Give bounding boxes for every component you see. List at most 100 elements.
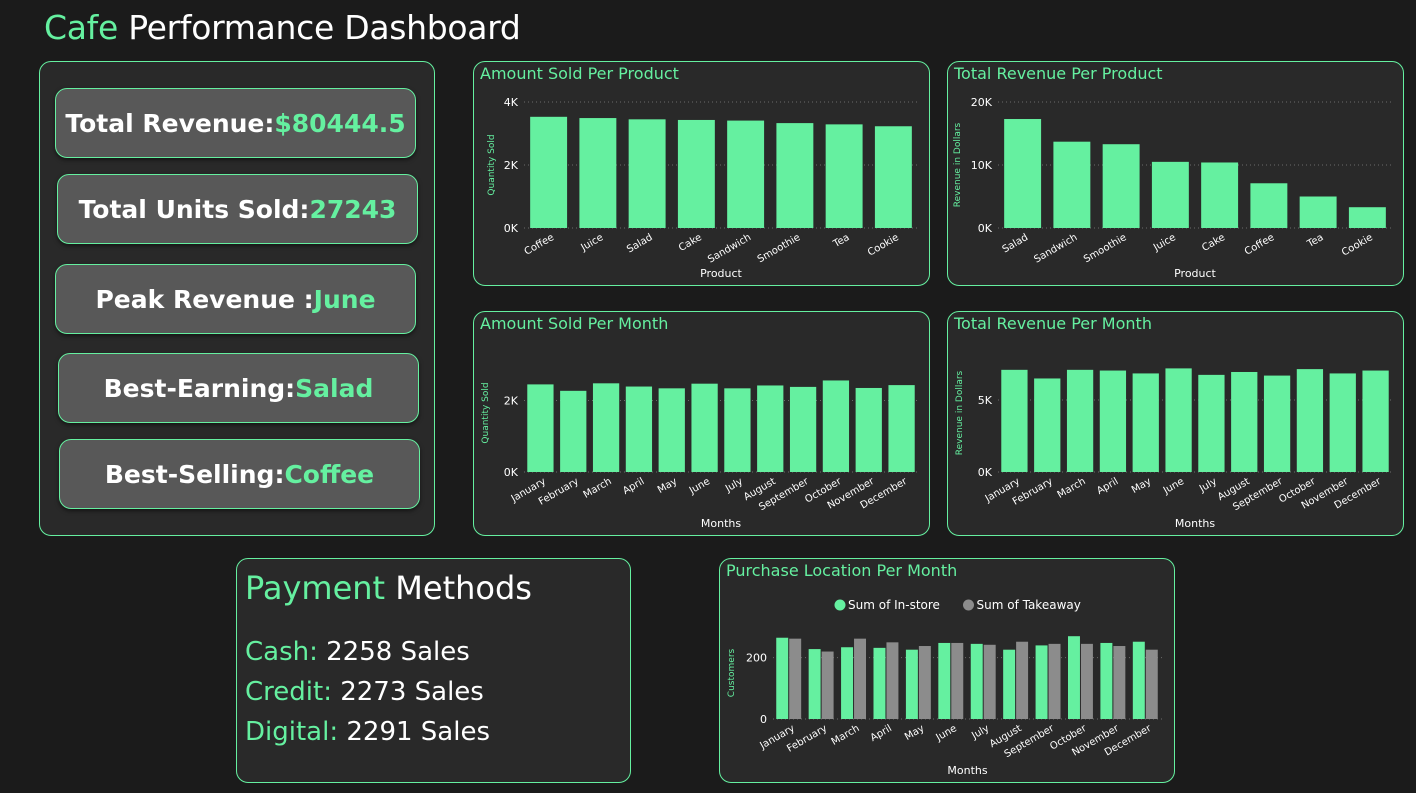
bar[interactable]	[1165, 368, 1192, 472]
bar[interactable]	[821, 651, 834, 719]
bar[interactable]	[970, 643, 983, 719]
bar[interactable]	[1198, 374, 1225, 472]
bar[interactable]	[1048, 643, 1061, 719]
bar[interactable]	[776, 123, 814, 228]
bar[interactable]	[1362, 370, 1389, 472]
y-axis-label: Revenue in Dollars	[955, 370, 965, 455]
bar[interactable]	[938, 642, 951, 719]
bar[interactable]	[1067, 636, 1080, 719]
bar[interactable]	[1001, 369, 1028, 472]
x-tick-label: June	[934, 723, 959, 744]
x-tick-label: Cookie	[866, 232, 901, 259]
bar[interactable]	[727, 120, 765, 228]
bar[interactable]	[983, 644, 996, 719]
bar[interactable]	[905, 649, 918, 719]
y-tick-label: 0K	[504, 222, 519, 235]
chart-revenue-product[interactable]: Total Revenue Per Product 0K 10K 20K Revenu…	[947, 61, 1404, 286]
bar[interactable]	[951, 642, 964, 719]
x-tick-label: Juice	[1151, 232, 1178, 254]
kpi-total-units[interactable]: Total Units Sold: 27243	[57, 174, 418, 244]
bar[interactable]	[1100, 642, 1113, 719]
kpi-peak-revenue[interactable]: Peak Revenue : June	[55, 264, 416, 334]
bar[interactable]	[1296, 369, 1324, 472]
x-tick-label: Juice	[578, 232, 605, 254]
bar[interactable]	[855, 387, 882, 472]
bar[interactable]	[677, 119, 715, 228]
x-tick-label: Smoothie	[756, 232, 803, 265]
bar[interactable]	[1231, 371, 1258, 472]
bar[interactable]	[874, 126, 912, 228]
x-axis-label: Product	[700, 267, 742, 280]
bar[interactable]	[1263, 375, 1291, 472]
y-tick-label: 2K	[504, 159, 519, 172]
bar[interactable]	[527, 384, 554, 472]
bar[interactable]	[1099, 370, 1127, 472]
bar[interactable]	[1250, 183, 1288, 228]
kpi-best-selling[interactable]: Best-Selling: Coffee	[59, 439, 420, 509]
bar[interactable]	[658, 388, 685, 472]
bar[interactable]	[757, 385, 784, 472]
bar[interactable]	[1151, 161, 1189, 228]
bar[interactable]	[1004, 119, 1042, 228]
x-tick-label: Cookie	[1340, 232, 1375, 259]
bar[interactable]	[822, 380, 850, 472]
bar[interactable]	[625, 386, 653, 472]
payment-value: 2291 Sales	[346, 717, 490, 747]
bar[interactable]	[1053, 141, 1091, 228]
y-tick-label: 0K	[504, 466, 519, 479]
chart-purchase-location[interactable]: Purchase Location Per Month 0 200 Customer…	[719, 558, 1175, 783]
bar[interactable]	[918, 646, 931, 719]
bar[interactable]	[530, 116, 568, 228]
y-tick-label: 200	[746, 652, 767, 665]
bar[interactable]	[1016, 641, 1029, 719]
payment-title-rest: Methods	[395, 569, 532, 607]
bar[interactable]	[1102, 144, 1140, 228]
chart-amount-sold-month[interactable]: Amount Sold Per Month 0K 2K Quantity Sold J…	[473, 311, 930, 536]
x-axis-label: Product	[1174, 267, 1216, 280]
bar[interactable]	[579, 118, 617, 228]
bar[interactable]	[1201, 162, 1239, 228]
bar[interactable]	[592, 383, 620, 472]
y-tick-label: 0	[760, 713, 767, 726]
kpi-label: Peak Revenue :	[95, 284, 314, 314]
bar[interactable]	[1034, 378, 1061, 472]
bar[interactable]	[825, 124, 863, 228]
bar[interactable]	[1299, 196, 1337, 229]
bar[interactable]	[886, 642, 899, 719]
bar[interactable]	[808, 649, 821, 719]
bar[interactable]	[873, 647, 886, 719]
chart-revenue-month[interactable]: Total Revenue Per Month 0K 5K Revenue in D…	[947, 311, 1404, 536]
bar[interactable]	[1132, 373, 1159, 472]
x-tick-label: March	[582, 476, 614, 501]
y-axis-label: Revenue in Dollars	[953, 122, 963, 207]
bar[interactable]	[1003, 649, 1016, 719]
bar[interactable]	[1348, 207, 1386, 228]
bar[interactable]	[628, 119, 666, 228]
bar[interactable]	[724, 388, 751, 472]
payment-label: Digital:	[245, 717, 339, 747]
x-tick-label: Tea	[831, 232, 852, 250]
chart-svg: 0K2K4KQuantity SoldCoffee Juice Salad Cake S…	[487, 96, 918, 280]
bar[interactable]	[560, 390, 587, 472]
y-tick-label: 5K	[978, 394, 993, 407]
bar[interactable]	[1329, 373, 1356, 472]
x-tick-label: Coffee	[523, 232, 556, 258]
bar[interactable]	[888, 385, 915, 472]
y-tick-label: 10K	[971, 159, 993, 172]
kpi-total-revenue[interactable]: Total Revenue: $80444.5	[55, 88, 416, 158]
bar[interactable]	[1035, 645, 1048, 719]
bar[interactable]	[854, 638, 867, 719]
bar[interactable]	[789, 638, 802, 719]
bar[interactable]	[1132, 641, 1145, 719]
bar[interactable]	[1066, 369, 1094, 472]
bar[interactable]	[1145, 649, 1158, 719]
bar[interactable]	[1080, 643, 1093, 719]
chart-amount-sold-product[interactable]: Amount Sold Per Product 0K 2K 4K Quantity S…	[473, 61, 930, 286]
bar[interactable]	[1113, 646, 1126, 719]
kpi-best-earning[interactable]: Best-Earning: Salad	[58, 353, 419, 423]
bar[interactable]	[691, 383, 718, 472]
bar[interactable]	[776, 637, 789, 719]
bar[interactable]	[789, 386, 817, 472]
bar[interactable]	[841, 647, 854, 719]
x-tick-label: Salad	[625, 232, 655, 255]
